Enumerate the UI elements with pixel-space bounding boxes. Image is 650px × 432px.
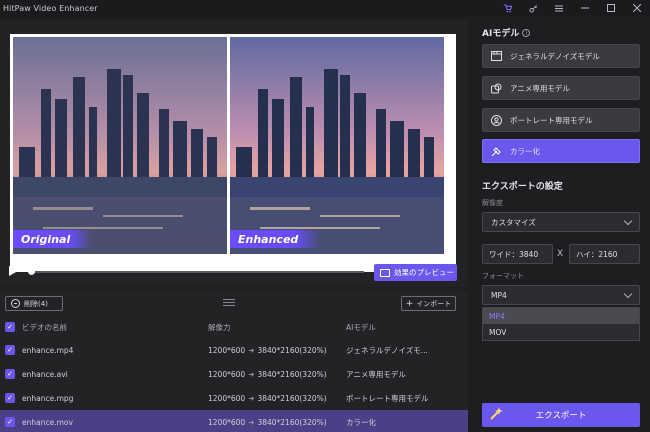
row-checkbox[interactable]: ✓	[5, 369, 15, 379]
model-anime-button[interactable]: アニメ専用モデル	[482, 76, 640, 100]
info-icon[interactable]: i	[522, 29, 531, 37]
export-label: エクスポート	[535, 411, 587, 421]
file-list-panel: 削除(4) + インポート ✓ ビデオの名前 解像力 AIモデル ✓ enhan…	[0, 291, 468, 432]
row-file-name: enhance.mov	[22, 417, 73, 427]
format-option-mov[interactable]: MOV	[483, 324, 639, 340]
maximize-icon[interactable]	[598, 0, 624, 16]
column-model: AIモデル	[346, 322, 376, 332]
column-resolution: 解像力	[208, 322, 231, 332]
city-scene-image	[230, 37, 444, 254]
format-label: フォーマット	[482, 272, 524, 280]
playback-controls: 効果のプレビュー	[0, 261, 468, 283]
export-button[interactable]: エクスポート	[482, 403, 640, 427]
preview-effect-button[interactable]: 効果のプレビュー	[374, 264, 457, 281]
row-checkbox[interactable]: ✓	[5, 393, 15, 403]
row-file-name: enhance.avi	[22, 369, 68, 379]
app-title: HitPaw Video Enhancer	[3, 3, 98, 13]
model-label: アニメ専用モデル	[510, 83, 570, 93]
row-resolution: 1200*600 ➜ 3840*2160(320%)	[208, 369, 327, 379]
table-header: ✓ ビデオの名前 解像力 AIモデル	[0, 316, 468, 338]
row-resolution: 1200*600 ➜ 3840*2160(320%)	[208, 417, 327, 427]
select-all-checkbox[interactable]: ✓	[5, 322, 15, 332]
row-checkbox[interactable]: ✓	[5, 417, 15, 427]
colorize-icon	[491, 146, 502, 157]
settings-panel: AIモデル i ジェネラルデノイズモデル アニメ専用モデル ポートレート専用モデル…	[474, 20, 650, 432]
list-toolbar: 削除(4) + インポート	[0, 295, 468, 313]
file-table: ✓ ビデオの名前 解像力 AIモデル ✓ enhance.mp4 1200*60…	[0, 316, 468, 432]
model-label: カラー化	[510, 146, 540, 156]
format-select[interactable]: MP4	[482, 285, 640, 305]
row-model: ジェネラルデノイズモ...	[346, 345, 428, 355]
format-option-mp4[interactable]: MP4	[483, 308, 639, 324]
column-name: ビデオの名前	[22, 322, 67, 332]
minimize-icon[interactable]	[572, 0, 598, 16]
delete-label: 削除(4)	[24, 299, 48, 308]
model-portrait-button[interactable]: ポートレート専用モデル	[482, 108, 640, 132]
export-settings-heading: エクスポートの設定	[482, 182, 563, 192]
row-model: アニメ専用モデル	[346, 369, 406, 379]
sort-icon[interactable]	[223, 299, 235, 309]
table-row[interactable]: ✓ enhance.avi 1200*600 ➜ 3840*2160(320%) ア…	[0, 362, 468, 386]
timeline-track[interactable]	[30, 271, 364, 273]
play-icon[interactable]	[6, 264, 20, 278]
original-preview: Original	[13, 37, 227, 254]
chevron-down-icon	[623, 216, 633, 226]
sparkle-icon	[490, 407, 503, 420]
table-row[interactable]: ✓ enhance.mpg 1200*600 ➜ 3840*2160(320%) ポ…	[0, 386, 468, 410]
arrow-right-icon: ➜	[248, 369, 255, 379]
close-icon[interactable]	[624, 0, 650, 16]
resolution-label: 解像度	[482, 199, 503, 207]
model-colorize-button[interactable]: カラー化	[482, 139, 640, 163]
preview-icon	[380, 268, 390, 277]
width-field[interactable]: ワイド：3840	[482, 244, 553, 264]
title-bar-controls	[494, 0, 650, 16]
import-label: インポート	[416, 299, 452, 308]
original-tag: Original	[13, 230, 93, 248]
format-dropdown: MP4 MOV	[482, 307, 640, 341]
row-model: カラー化	[346, 417, 376, 427]
row-checkbox[interactable]: ✓	[5, 345, 15, 355]
height-field[interactable]: ハイ：2160	[569, 244, 640, 264]
arrow-right-icon: ➜	[248, 345, 255, 355]
cart-icon[interactable]	[494, 0, 520, 16]
preview-effect-label: 効果のプレビュー	[394, 268, 454, 277]
resolution-select[interactable]: カスタマイズ	[482, 212, 640, 232]
key-icon[interactable]	[520, 0, 546, 16]
timeline-knob[interactable]	[28, 268, 35, 275]
enhanced-preview: Enhanced	[230, 37, 444, 254]
row-file-name: enhance.mp4	[22, 345, 74, 355]
city-scene-image	[13, 37, 227, 254]
minus-circle-icon	[11, 299, 20, 308]
enhanced-tag: Enhanced	[230, 230, 321, 248]
row-file-name: enhance.mpg	[22, 393, 74, 403]
title-bar: HitPaw Video Enhancer	[0, 0, 650, 16]
row-resolution: 1200*600 ➜ 3840*2160(320%)	[208, 345, 327, 355]
plus-icon: +	[405, 298, 414, 309]
ai-model-heading: AIモデル i	[482, 26, 531, 39]
model-label: ジェネラルデノイズモデル	[510, 51, 600, 61]
model-label: ポートレート専用モデル	[510, 115, 593, 125]
row-resolution: 1200*600 ➜ 3840*2160(320%)	[208, 393, 327, 403]
delete-button[interactable]: 削除(4)	[5, 296, 63, 311]
chevron-down-icon	[623, 289, 633, 299]
arrow-right-icon: ➜	[248, 393, 255, 403]
menu-icon[interactable]	[546, 0, 572, 16]
arrow-right-icon: ➜	[248, 417, 255, 427]
row-model: ポートレート専用モデル	[346, 393, 429, 403]
resolution-value: カスタマイズ	[491, 217, 536, 227]
import-button[interactable]: + インポート	[401, 296, 456, 311]
portrait-icon	[491, 114, 502, 126]
format-value: MP4	[491, 290, 507, 300]
model-general-denoise-button[interactable]: ジェネラルデノイズモデル	[482, 44, 640, 68]
video-viewer: Original Enhanced	[10, 34, 456, 272]
size-separator: X	[557, 249, 564, 259]
anime-icon	[491, 83, 502, 94]
table-row[interactable]: ✓ enhance.mp4 1200*600 ➜ 3840*2160(320%) ジ…	[0, 338, 468, 362]
table-row-selected[interactable]: ✓ enhance.mov 1200*600 ➜ 3840*2160(320%) カ…	[0, 410, 468, 432]
preview-panel: Original Enhanced 効果のプレビュー	[0, 20, 468, 287]
film-icon	[491, 51, 502, 62]
